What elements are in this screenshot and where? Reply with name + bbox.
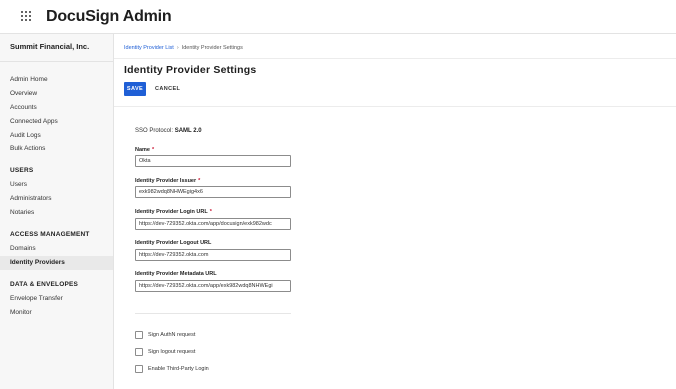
sidebar-item-users[interactable]: Users: [10, 181, 27, 188]
sign-authn-checkbox[interactable]: [135, 331, 143, 339]
third-party-login-checkbox[interactable]: [135, 365, 143, 373]
logout-url-label: Identity Provider Logout URL: [135, 240, 212, 246]
required-mark: *: [209, 209, 212, 215]
sidebar-item-overview[interactable]: Overview: [10, 90, 37, 97]
app-grid-icon[interactable]: [21, 10, 33, 23]
sidebar-item-administrators[interactable]: Administrators: [10, 195, 52, 202]
sidebar-item-envelope-transfer[interactable]: Envelope Transfer: [10, 295, 63, 302]
page-title: Identity Provider Settings: [124, 64, 257, 76]
sign-logout-checkbox-row[interactable]: Sign logout request: [135, 348, 195, 356]
app-title[interactable]: DocuSign Admin: [46, 8, 172, 26]
sign-authn-checkbox-row[interactable]: Sign AuthN request: [135, 331, 195, 339]
login-url-input[interactable]: https://dev-729352.okta.com/app/docusign…: [135, 218, 291, 230]
sidebar: Summit Financial, Inc. Admin Home Overvi…: [0, 34, 114, 389]
sidebar-header-data-envelopes: DATA & ENVELOPES: [10, 281, 79, 288]
sidebar-item-accounts[interactable]: Accounts: [10, 104, 37, 111]
sign-logout-label: Sign logout request: [148, 349, 196, 355]
main-content: Identity Provider List › Identity Provider…: [114, 34, 676, 389]
required-mark: *: [151, 147, 155, 153]
name-label: Name *: [135, 147, 155, 153]
divider: [114, 58, 676, 59]
divider: [0, 61, 113, 62]
metadata-url-input[interactable]: https://dev-729352.okta.com/app/exk982wd…: [135, 280, 291, 292]
divider: [114, 106, 676, 107]
sidebar-item-audit-logs[interactable]: Audit Logs: [10, 132, 41, 139]
org-name: Summit Financial, Inc.: [10, 42, 90, 51]
breadcrumb-link-identity-provider-list[interactable]: Identity Provider List: [124, 45, 174, 51]
sign-authn-label: Sign AuthN request: [148, 332, 196, 338]
third-party-login-label: Enable Third-Party Login: [148, 366, 209, 372]
sidebar-header-users: USERS: [10, 167, 34, 174]
third-party-login-checkbox-row[interactable]: Enable Third-Party Login: [135, 365, 209, 373]
login-url-label: Identity Provider Login URL *: [135, 209, 212, 215]
sidebar-item-admin-home[interactable]: Admin Home: [10, 76, 48, 83]
breadcrumb-separator: ›: [176, 45, 179, 51]
sidebar-item-identity-providers[interactable]: Identity Providers: [10, 259, 65, 266]
breadcrumb-current: Identity Provider Settings: [181, 45, 243, 51]
divider: [135, 313, 291, 314]
sidebar-item-domains[interactable]: Domains: [10, 245, 36, 252]
sign-logout-checkbox[interactable]: [135, 348, 143, 356]
name-input[interactable]: Okta: [135, 155, 291, 167]
sidebar-item-bulk-actions[interactable]: Bulk Actions: [10, 145, 45, 152]
sidebar-item-monitor[interactable]: Monitor: [10, 309, 32, 316]
cancel-button[interactable]: CANCEL: [155, 82, 180, 96]
required-mark: *: [198, 178, 201, 184]
sidebar-item-notaries[interactable]: Notaries: [10, 209, 34, 216]
sidebar-item-connected-apps[interactable]: Connected Apps: [10, 118, 58, 125]
sso-protocol-value: SAML 2.0: [174, 128, 202, 134]
issuer-input[interactable]: exk982wdq8NHWEgig4x6: [135, 186, 291, 198]
breadcrumb: Identity Provider List › Identity Provider…: [124, 45, 243, 51]
issuer-label: Identity Provider Issuer *: [135, 178, 201, 184]
top-bar: DocuSign Admin: [0, 0, 676, 34]
sso-protocol: SSO Protocol: SAML 2.0: [135, 128, 202, 134]
sso-protocol-label: SSO Protocol:: [135, 128, 174, 134]
sidebar-header-access-management: ACCESS MANAGEMENT: [10, 231, 90, 238]
logout-url-input[interactable]: https://dev-729352.okta.com: [135, 249, 291, 261]
metadata-url-label: Identity Provider Metadata URL: [135, 271, 217, 277]
save-button[interactable]: SAVE: [124, 82, 146, 96]
